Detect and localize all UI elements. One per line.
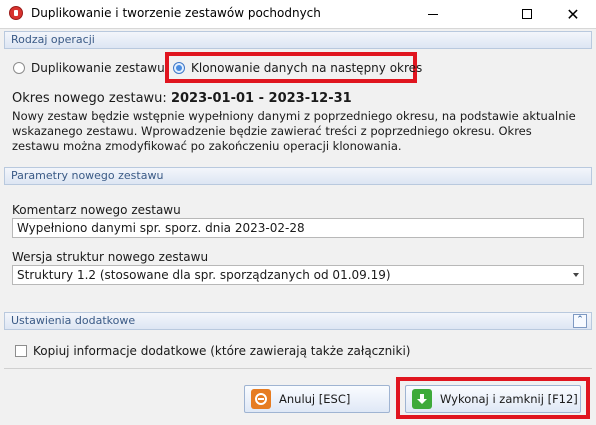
structure-select[interactable]: Struktury 1.2 (stosowane dla spr. sporzą…: [12, 265, 584, 285]
period-line: Okres nowego zestawu: 2023-01-01 - 2023-…: [12, 91, 352, 106]
comment-input[interactable]: [12, 218, 584, 238]
copy-info-check-square[interactable]: [15, 345, 27, 357]
radio-duplicate[interactable]: Duplikowanie zestawu: [13, 61, 165, 75]
cancel-button[interactable]: Anuluj [ESC]: [244, 385, 390, 413]
minimize-icon: [428, 13, 438, 15]
radio-label-duplicate: Duplikowanie zestawu: [31, 61, 165, 75]
cancel-button-label: Anuluj [ESC]: [279, 392, 351, 406]
title-bar: Duplikowanie i tworzenie zestawów pochod…: [0, 0, 596, 28]
period-value: 2023-01-01 - 2023-12-31: [170, 91, 352, 106]
app-icon: [9, 6, 23, 20]
structure-label: Wersja struktur nowego zestawu: [12, 250, 209, 264]
window-title: Duplikowanie i tworzenie zestawów pochod…: [31, 6, 321, 20]
copy-info-label: Kopiuj informacje dodatkowe (które zawie…: [33, 344, 411, 358]
chevron-down-icon[interactable]: [573, 273, 579, 277]
copy-info-checkbox[interactable]: Kopiuj informacje dodatkowe (które zawie…: [15, 344, 410, 358]
execute-button-label: Wykonaj i zamknij [F12]: [440, 392, 578, 406]
operation-group-header: Rodzaj operacji: [4, 31, 592, 49]
execute-button[interactable]: Wykonaj i zamknij [F12]: [405, 385, 581, 413]
extra-group-title: Ustawienia dodatkowe: [11, 314, 136, 327]
close-button[interactable]: ✕: [550, 0, 596, 28]
radio-dot-duplicate[interactable]: [13, 62, 25, 74]
radio-clone[interactable]: Klonowanie danych na następny okres: [173, 61, 422, 75]
operation-description: Nowy zestaw będzie wstępnie wypełniony d…: [12, 109, 576, 153]
maximize-button[interactable]: [504, 0, 550, 28]
close-icon: ✕: [566, 4, 580, 24]
extra-group-header: Ustawienia dodatkowe ⌃: [4, 312, 592, 330]
radio-label-clone: Klonowanie danych na następny okres: [191, 61, 423, 75]
footer-separator: [4, 368, 592, 369]
maximize-icon: [522, 9, 532, 19]
chevron-up-icon[interactable]: ⌃: [573, 314, 587, 328]
period-label: Okres nowego zestawu:: [12, 91, 167, 106]
radio-dot-clone[interactable]: [173, 62, 185, 74]
comment-label: Komentarz nowego zestawu: [12, 203, 181, 217]
download-icon: [412, 389, 432, 409]
structure-select-value: Struktury 1.2 (stosowane dla spr. sporzą…: [17, 268, 391, 282]
cancel-icon: [251, 389, 271, 409]
minimize-button[interactable]: [410, 0, 456, 28]
params-group-header: Parametry nowego zestawu: [4, 167, 592, 185]
